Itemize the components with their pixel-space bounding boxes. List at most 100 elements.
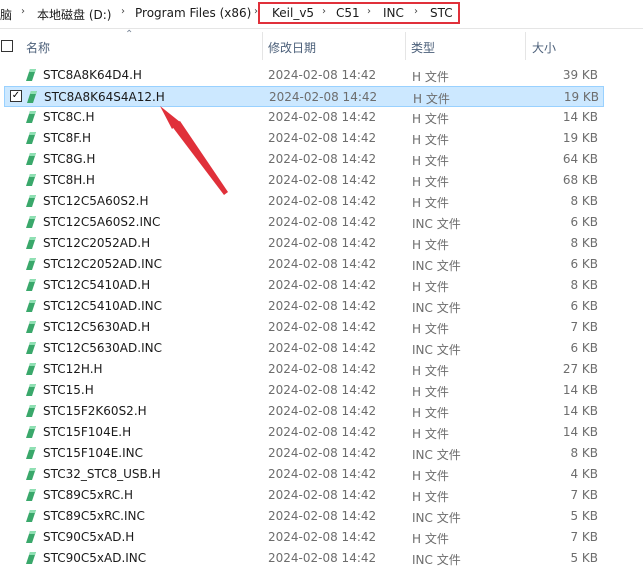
file-type: INC 文件	[412, 217, 461, 231]
file-date: 2024-02-08 14:42	[268, 383, 377, 397]
file-type: H 文件	[412, 196, 449, 210]
file-size: 68 KB	[562, 173, 598, 187]
file-name: STC12C5A60S2.H	[43, 194, 149, 208]
breadcrumb-separator-icon[interactable]: ›	[21, 6, 25, 17]
file-name: STC8H.H	[43, 173, 95, 187]
file-size: 39 KB	[562, 68, 598, 82]
table-row[interactable]: STC12C5A60S2.H 2024-02-08 14:42 H 文件 8 KB	[0, 191, 643, 212]
column-header-type[interactable]: 类型	[411, 39, 435, 56]
highlight-box	[258, 2, 460, 24]
file-name: STC12C2052AD.INC	[43, 257, 162, 271]
file-type: H 文件	[412, 427, 449, 441]
table-row[interactable]: STC8G.H 2024-02-08 14:42 H 文件 64 KB	[0, 149, 643, 170]
file-size: 64 KB	[562, 152, 598, 166]
file-type: INC 文件	[412, 343, 461, 357]
file-size: 8 KB	[570, 194, 598, 208]
keil-file-icon	[26, 531, 36, 543]
column-divider[interactable]	[405, 32, 406, 60]
column-divider[interactable]	[525, 32, 526, 60]
file-name: STC90C5xAD.H	[43, 530, 135, 544]
file-date: 2024-02-08 14:42	[268, 509, 377, 523]
table-row[interactable]: STC12C5A60S2.INC 2024-02-08 14:42 INC 文件 6 …	[0, 212, 643, 233]
file-size: 19 KB	[563, 90, 599, 104]
table-row[interactable]: STC8F.H 2024-02-08 14:42 H 文件 19 KB	[0, 128, 643, 149]
table-row[interactable]: STC8H.H 2024-02-08 14:42 H 文件 68 KB	[0, 170, 643, 191]
table-row[interactable]: STC12C5410AD.H 2024-02-08 14:42 H 文件 8 KB	[0, 275, 643, 296]
file-name: STC15.H	[43, 383, 94, 397]
keil-file-icon	[26, 363, 36, 375]
breadcrumb-item-computer[interactable]: 脑	[0, 6, 12, 23]
table-row[interactable]: STC12C2052AD.H 2024-02-08 14:42 H 文件 8 KB	[0, 233, 643, 254]
table-row[interactable]: STC8A8K64D4.H 2024-02-08 14:42 H 文件 39 KB	[0, 65, 643, 86]
file-size: 6 KB	[570, 341, 598, 355]
keil-file-icon	[27, 91, 37, 103]
keil-file-icon	[26, 489, 36, 501]
file-name: STC12C2052AD.H	[43, 236, 151, 250]
table-row[interactable]: STC15F104E.INC 2024-02-08 14:42 INC 文件 8 KB	[0, 443, 643, 464]
keil-file-icon	[26, 258, 36, 270]
file-type: INC 文件	[412, 259, 461, 273]
file-name: STC12C5A60S2.INC	[43, 215, 161, 229]
file-name: STC12C5410AD.H	[43, 278, 151, 292]
file-type: H 文件	[412, 280, 449, 294]
file-name: STC8G.H	[43, 152, 96, 166]
keil-file-icon	[26, 279, 36, 291]
file-date: 2024-02-08 14:42	[268, 320, 377, 334]
file-size: 14 KB	[562, 383, 598, 397]
keil-file-icon	[26, 111, 36, 123]
file-name: STC15F2K60S2.H	[43, 404, 147, 418]
breadcrumb-item-program-files[interactable]: Program Files (x86)	[135, 6, 251, 20]
table-row[interactable]: STC90C5xAD.INC 2024-02-08 14:42 INC 文件 5 KB	[0, 548, 643, 569]
keil-file-icon	[26, 153, 36, 165]
keil-file-icon	[26, 321, 36, 333]
file-type: H 文件	[412, 385, 449, 399]
file-date: 2024-02-08 14:42	[268, 194, 377, 208]
table-row[interactable]: STC8C.H 2024-02-08 14:42 H 文件 14 KB	[0, 107, 643, 128]
column-divider[interactable]	[262, 32, 263, 60]
file-name: STC89C5xRC.INC	[43, 509, 145, 523]
breadcrumb-item-local-disk[interactable]: 本地磁盘 (D:)	[37, 6, 111, 23]
table-row[interactable]: STC12H.H 2024-02-08 14:42 H 文件 27 KB	[0, 359, 643, 380]
file-size: 27 KB	[562, 362, 598, 376]
table-row[interactable]: STC12C5410AD.INC 2024-02-08 14:42 INC 文件 6 …	[0, 296, 643, 317]
file-date: 2024-02-08 14:42	[268, 551, 377, 565]
file-type: H 文件	[412, 70, 449, 84]
table-row[interactable]: STC90C5xAD.H 2024-02-08 14:42 H 文件 7 KB	[0, 527, 643, 548]
file-date: 2024-02-08 14:42	[268, 299, 377, 313]
table-row[interactable]: ✓ STC8A8K64S4A12.H 2024-02-08 14:42 H 文件 19 …	[4, 86, 604, 107]
file-size: 19 KB	[562, 131, 598, 145]
file-size: 7 KB	[570, 488, 598, 502]
table-row[interactable]: STC89C5xRC.INC 2024-02-08 14:42 INC 文件 5 KB	[0, 506, 643, 527]
file-type: H 文件	[413, 92, 450, 106]
file-name: STC8C.H	[43, 110, 95, 124]
file-size: 5 KB	[570, 551, 598, 565]
file-name: STC15F104E.H	[43, 425, 132, 439]
file-size: 4 KB	[570, 467, 598, 481]
file-name: STC8A8K64S4A12.H	[44, 90, 165, 104]
column-header-date[interactable]: 修改日期	[268, 39, 316, 56]
row-checkbox[interactable]: ✓	[10, 90, 22, 102]
keil-file-icon	[26, 300, 36, 312]
keil-file-icon	[26, 174, 36, 186]
column-header-size[interactable]: 大小	[532, 39, 556, 56]
file-date: 2024-02-08 14:42	[268, 488, 377, 502]
breadcrumb-separator-icon[interactable]: ›	[121, 6, 125, 17]
table-row[interactable]: STC89C5xRC.H 2024-02-08 14:42 H 文件 7 KB	[0, 485, 643, 506]
table-row[interactable]: STC12C5630AD.H 2024-02-08 14:42 H 文件 7 KB	[0, 317, 643, 338]
file-date: 2024-02-08 14:42	[268, 110, 377, 124]
file-date: 2024-02-08 14:42	[268, 215, 377, 229]
table-row[interactable]: STC15F2K60S2.H 2024-02-08 14:42 H 文件 14 KB	[0, 401, 643, 422]
table-row[interactable]: STC32_STC8_USB.H 2024-02-08 14:42 H 文件 4 KB	[0, 464, 643, 485]
file-name: STC12H.H	[43, 362, 103, 376]
column-header-name[interactable]: 名称	[26, 39, 50, 56]
table-row[interactable]: STC15.H 2024-02-08 14:42 H 文件 14 KB	[0, 380, 643, 401]
file-name: STC8A8K64D4.H	[43, 68, 142, 82]
table-row[interactable]: STC15F104E.H 2024-02-08 14:42 H 文件 14 KB	[0, 422, 643, 443]
file-name: STC12C5630AD.INC	[43, 341, 162, 355]
select-all-checkbox[interactable]	[1, 40, 13, 52]
keil-file-icon	[26, 552, 36, 564]
file-type: H 文件	[412, 406, 449, 420]
table-row[interactable]: STC12C2052AD.INC 2024-02-08 14:42 INC 文件 6 …	[0, 254, 643, 275]
file-name: STC89C5xRC.H	[43, 488, 133, 502]
table-row[interactable]: STC12C5630AD.INC 2024-02-08 14:42 INC 文件 6 …	[0, 338, 643, 359]
